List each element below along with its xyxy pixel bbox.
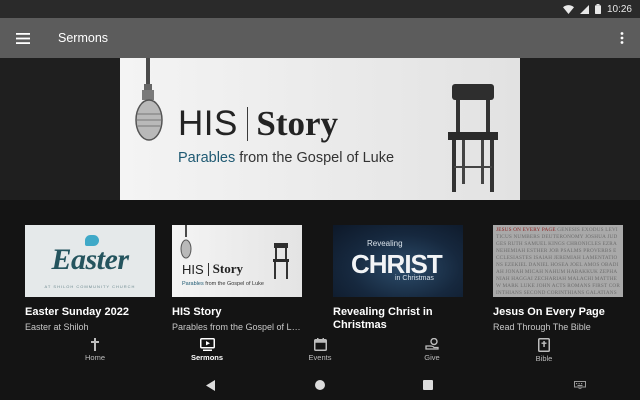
- nav-item-events[interactable]: Events: [280, 335, 360, 370]
- home-button[interactable]: [311, 376, 329, 394]
- battery-icon: [594, 4, 601, 14]
- bible-icon: [538, 338, 550, 352]
- series-title: Easter Sunday 2022: [25, 306, 129, 318]
- app-bar: Sermons: [0, 18, 640, 58]
- thumbnail-subtitle-rest: from the Gospel of Luke: [205, 281, 264, 287]
- nav-item-give[interactable]: Give: [392, 335, 472, 370]
- back-button[interactable]: [202, 376, 220, 394]
- thumbnail-bottom-text: in Christmas: [395, 275, 434, 282]
- overflow-menu-button[interactable]: [604, 18, 640, 58]
- signal-icon: [579, 4, 589, 14]
- thumbnail-title-separator: [207, 262, 209, 276]
- status-time: 10:26: [606, 3, 632, 15]
- banner-title-right: Story: [256, 104, 339, 143]
- nav-item-bible[interactable]: Bible: [504, 335, 584, 370]
- series-list: Easter AT SHILOH COMMUNITY CHURCH Easter…: [0, 200, 640, 335]
- thumbnail-title-right: Story: [212, 261, 244, 276]
- series-card-jesus-on-every-page[interactable]: JESUS ON EVERY PAGE GENESIS EXODUS LEVIT…: [493, 225, 623, 332]
- thumbnail-title: HIS Story: [182, 261, 243, 277]
- thumbnail-book-list: GENESIS EXODUS LEVITICUS NUMBERS DEUTERO…: [496, 227, 621, 296]
- nav-item-label: Home: [84, 353, 105, 362]
- more-vert-icon: [620, 32, 624, 44]
- play-screen-icon: [199, 338, 215, 351]
- keyboard-icon: [574, 381, 586, 389]
- banner-subtitle-highlight: Parables: [178, 150, 236, 166]
- featured-series-banner[interactable]: HIS Story Parables from the Gospel of Lu…: [120, 58, 520, 200]
- menu-button[interactable]: [0, 18, 46, 58]
- hamburger-menu-icon: [16, 32, 30, 44]
- nav-item-label: Sermons: [190, 353, 224, 362]
- series-card-his-story[interactable]: HIS Story Parables from the Gospel of Lu…: [172, 225, 302, 332]
- microphone-illustration: [180, 225, 192, 259]
- nav-item-sermons[interactable]: Sermons: [167, 335, 247, 370]
- series-title: HIS Story: [172, 306, 222, 318]
- featured-banner-area: HIS Story Parables from the Gospel of Lu…: [0, 58, 640, 200]
- series-card-easter[interactable]: Easter AT SHILOH COMMUNITY CHURCH Easter…: [25, 225, 155, 332]
- thumbnail-top-text: Revealing: [367, 239, 403, 248]
- thumbnail-highlight: JESUS ON EVERY PAGE: [496, 227, 556, 233]
- chair-illustration: [273, 243, 289, 279]
- keyboard-button[interactable]: [571, 376, 589, 394]
- cross-icon: [91, 338, 99, 351]
- bottom-navigation: Home Sermons Events Give Bible: [0, 335, 640, 370]
- series-title: Jesus On Every Page: [493, 306, 605, 318]
- recents-square-icon: [423, 380, 433, 390]
- series-subtitle: Easter at Shiloh: [25, 322, 89, 332]
- series-title: Revealing Christ in Christmas: [333, 306, 433, 331]
- nav-item-label: Bible: [535, 354, 553, 363]
- status-bar: 10:26: [0, 0, 640, 18]
- banner-subtitle: Parables from the Gospel of Luke: [178, 150, 394, 166]
- thumbnail-tagline: AT SHILOH COMMUNITY CHURCH: [44, 284, 136, 289]
- nav-item-home[interactable]: Home: [55, 335, 135, 370]
- give-hand-icon: [424, 338, 439, 350]
- series-card-revealing-christ[interactable]: Revealing CHRIST in Christmas Revealing …: [333, 225, 463, 332]
- nav-item-label: Events: [308, 353, 332, 362]
- thumbnail-title-left: HIS: [182, 261, 204, 277]
- thumbnail-text: Easter: [51, 243, 129, 276]
- banner-title: HIS Story: [178, 104, 338, 144]
- wifi-icon: [562, 4, 574, 14]
- microphone-illustration: [135, 58, 163, 141]
- calendar-icon: [313, 338, 327, 351]
- series-thumbnail: JESUS ON EVERY PAGE GENESIS EXODUS LEVIT…: [493, 225, 623, 297]
- back-triangle-icon: [206, 379, 215, 391]
- series-thumbnail: Easter AT SHILOH COMMUNITY CHURCH: [25, 225, 155, 297]
- banner-title-left: HIS: [178, 104, 238, 143]
- page-title: Sermons: [58, 31, 109, 45]
- recents-button[interactable]: [419, 376, 437, 394]
- series-subtitle: Read Through The Bible: [493, 322, 591, 332]
- system-navigation-bar: [0, 370, 640, 400]
- series-thumbnail: HIS Story Parables from the Gospel of Lu…: [172, 225, 302, 297]
- banner-subtitle-rest: from the Gospel of Luke: [239, 150, 395, 166]
- chair-illustration: [448, 84, 498, 192]
- banner-title-separator: [246, 107, 249, 141]
- series-subtitle: Parables from the Gospel of Luke: [172, 322, 302, 332]
- thumbnail-text: JESUS ON EVERY PAGE GENESIS EXODUS LEVIT…: [493, 225, 623, 297]
- nav-item-label: Give: [424, 353, 440, 362]
- series-thumbnail: Revealing CHRIST in Christmas: [333, 225, 463, 297]
- thumbnail-subtitle: Parables from the Gospel of Luke: [182, 281, 264, 287]
- home-circle-icon: [315, 380, 325, 390]
- thumbnail-subtitle-highlight: Parables: [182, 281, 204, 287]
